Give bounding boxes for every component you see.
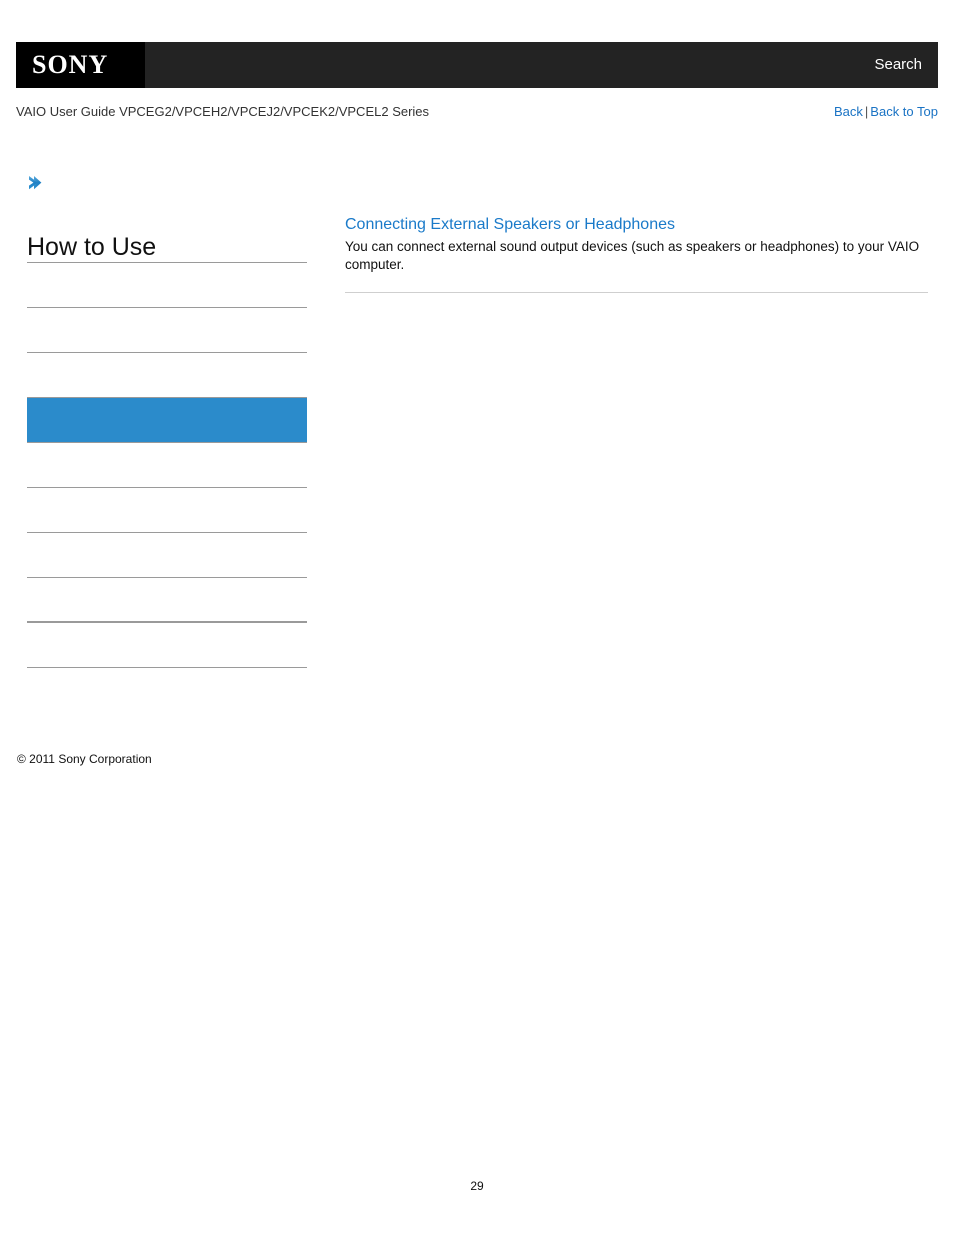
sidebar-item-label [27,578,307,592]
page-number: 29 [470,1179,484,1193]
sidebar-item-7[interactable] [27,578,307,623]
site-header-bar: SONY Search [16,42,938,88]
sony-wordmark-icon: SONY [32,50,109,79]
sidebar-item-label [27,443,307,457]
sidebar-item-label [27,488,307,502]
header-nav-links: Back | Back to Top [834,103,938,121]
page-title: How to Use [27,233,157,261]
sony-logo-box[interactable]: SONY [16,42,145,88]
sub-header: VAIO User Guide VPCEG2/VPCEH2/VPCEJ2/VPC… [16,103,938,121]
sidebar-item-8[interactable] [27,623,307,668]
sidebar-item-3[interactable] [27,398,307,443]
article-divider [345,292,928,293]
search-link[interactable]: Search [874,55,922,75]
main-content: Connecting External Speakers or Headphon… [345,214,928,293]
sidebar-item-label [27,398,307,412]
sidebar-item-5[interactable] [27,488,307,533]
sidebar-item-label [27,353,307,367]
sidebar-item-label [27,623,307,637]
sidebar-item-1[interactable] [27,308,307,353]
article-title-link[interactable]: Connecting External Speakers or Headphon… [345,214,928,235]
guide-title: VAIO User Guide VPCEG2/VPCEH2/VPCEJ2/VPC… [16,104,430,119]
article-body-text: You can connect external sound output de… [345,239,920,272]
sidebar-item-label [27,308,307,322]
back-to-top-link[interactable]: Back to Top [870,104,938,119]
sidebar-item-6[interactable] [27,533,307,578]
sidebar-item-label [27,263,307,277]
chevron-right-icon[interactable] [27,174,43,192]
copyright-text: © 2011 Sony Corporation [17,752,152,766]
sidebar-item-2[interactable] [27,353,307,398]
sidebar-item-0[interactable] [27,263,307,308]
sidebar-item-4[interactable] [27,443,307,488]
back-link[interactable]: Back [834,104,863,119]
sidebar-item-label [27,533,307,547]
sidebar-nav-list [27,263,307,668]
